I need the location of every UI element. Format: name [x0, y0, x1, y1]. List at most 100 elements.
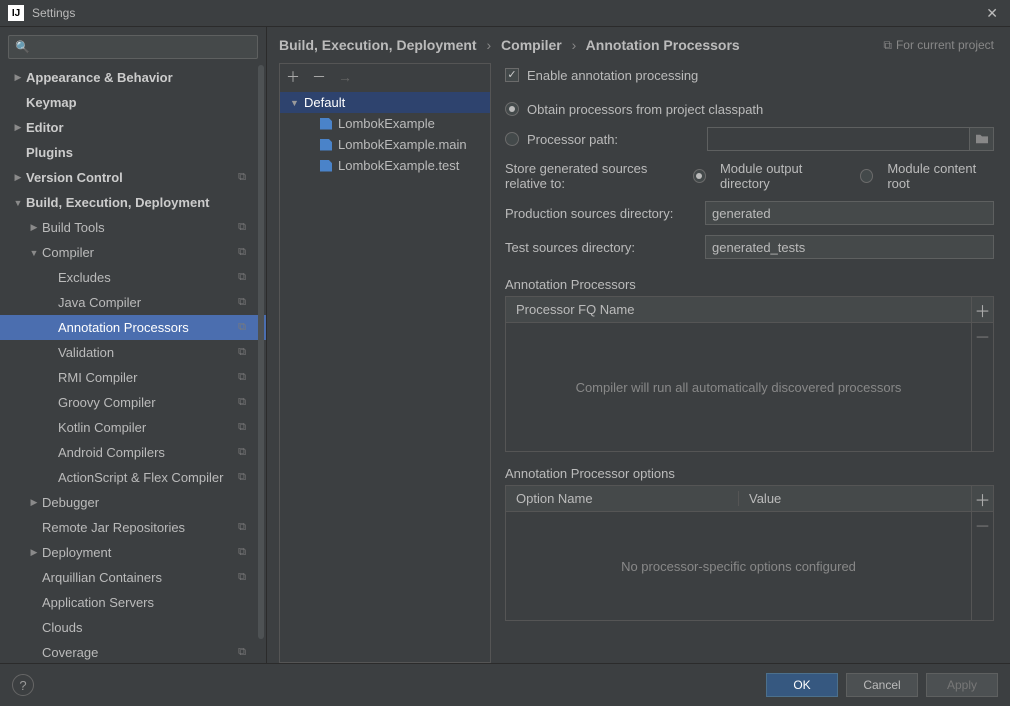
sidebar-item[interactable]: ▶Deployment⧉	[0, 540, 266, 565]
chevron-right-icon: ›	[572, 37, 577, 53]
sidebar-item-label: Keymap	[26, 95, 266, 110]
chevron-right-icon: ▶	[28, 222, 40, 233]
sidebar-item-label: Deployment	[42, 545, 266, 560]
sidebar-item[interactable]: RMI Compiler⧉	[0, 365, 266, 390]
remove-processor-button: －	[972, 323, 993, 349]
close-icon[interactable]: ✕	[982, 5, 1002, 22]
search-input[interactable]	[34, 40, 251, 54]
opts-section-label: Annotation Processor options	[505, 466, 994, 481]
obtain-classpath-radio[interactable]	[505, 102, 519, 116]
cancel-button[interactable]: Cancel	[846, 673, 918, 697]
profile-module[interactable]: LombokExample.test	[280, 155, 490, 176]
profile-module[interactable]: LombokExample	[280, 113, 490, 134]
sidebar-item[interactable]: Clouds	[0, 615, 266, 640]
sidebar-item-label: Kotlin Compiler	[58, 420, 266, 435]
copy-icon: ⧉	[238, 471, 246, 484]
module-output-label: Module output directory	[720, 161, 846, 191]
remove-option-button: －	[972, 512, 993, 538]
options-header-name: Option Name	[506, 491, 739, 506]
profile-toolbar: ＋ － →	[280, 64, 490, 90]
sidebar-item-label: Groovy Compiler	[58, 395, 266, 410]
sidebar-item[interactable]: ActionScript & Flex Compiler⧉	[0, 465, 266, 490]
test-dir-input[interactable]	[705, 235, 994, 259]
sidebar-item[interactable]: Keymap	[0, 90, 266, 115]
sidebar-item[interactable]: Excludes⧉	[0, 265, 266, 290]
profile-panel: ＋ － → ▼ Default LombokExample Lom	[279, 63, 491, 663]
copy-icon: ⧉	[238, 421, 246, 434]
module-content-radio[interactable]	[860, 169, 873, 183]
breadcrumb: Build, Execution, Deployment › Compiler …	[279, 37, 883, 53]
help-button[interactable]: ?	[12, 674, 34, 696]
sidebar-item[interactable]: Plugins	[0, 140, 266, 165]
copy-icon: ⧉	[238, 521, 246, 534]
sidebar-item[interactable]: ▼Compiler⧉	[0, 240, 266, 265]
profile-default[interactable]: ▼ Default	[280, 92, 490, 113]
sidebar-item-label: Coverage	[42, 645, 266, 660]
move-to-profile-button: →	[336, 69, 354, 85]
scrollbar[interactable]	[258, 65, 264, 639]
options-table: Option Name Value ＋ No processor-specifi…	[505, 485, 994, 621]
prod-dir-label: Production sources directory:	[505, 206, 705, 221]
options-empty-text: No processor-specific options configured	[506, 512, 971, 620]
obtain-classpath-label: Obtain processors from project classpath	[527, 102, 763, 117]
processors-empty-text: Compiler will run all automatically disc…	[506, 323, 971, 451]
module-output-radio[interactable]	[693, 169, 706, 183]
chevron-right-icon: ▶	[12, 72, 24, 83]
sidebar-item-label: Excludes	[58, 270, 266, 285]
add-processor-button[interactable]: ＋	[972, 297, 993, 323]
sidebar-item[interactable]: Annotation Processors⧉	[0, 315, 266, 340]
sidebar-item[interactable]: ▼Build, Execution, Deployment	[0, 190, 266, 215]
sidebar-item-label: Arquillian Containers	[42, 570, 266, 585]
options-header-value: Value	[739, 491, 971, 506]
sidebar-item[interactable]: Coverage⧉	[0, 640, 266, 663]
sidebar-item-label: Editor	[26, 120, 266, 135]
copy-icon: ⧉	[238, 271, 246, 284]
add-option-button[interactable]: ＋	[972, 486, 993, 512]
sidebar-item-label: Java Compiler	[58, 295, 266, 310]
sidebar-item-label: Annotation Processors	[58, 320, 266, 335]
ok-button[interactable]: OK	[766, 673, 838, 697]
sidebar-item[interactable]: Java Compiler⧉	[0, 290, 266, 315]
prod-dir-input[interactable]	[705, 201, 994, 225]
chevron-right-icon: ▶	[12, 122, 24, 133]
search-box[interactable]: 🔍	[8, 35, 258, 59]
apply-button[interactable]: Apply	[926, 673, 998, 697]
folder-icon	[975, 133, 989, 145]
sidebar-item[interactable]: Android Compilers⧉	[0, 440, 266, 465]
module-icon	[320, 139, 332, 151]
sidebar-item[interactable]: ▶Editor	[0, 115, 266, 140]
enable-annotation-checkbox[interactable]	[505, 68, 519, 82]
sidebar-item[interactable]: Application Servers	[0, 590, 266, 615]
chevron-right-icon: ▶	[28, 547, 40, 558]
sidebar-item-label: Compiler	[42, 245, 266, 260]
store-label: Store generated sources relative to:	[505, 161, 693, 191]
browse-folder-button[interactable]	[970, 127, 994, 151]
profile-module[interactable]: LombokExample.main	[280, 134, 490, 155]
sidebar-item[interactable]: Kotlin Compiler⧉	[0, 415, 266, 440]
sidebar-item[interactable]: Remote Jar Repositories⧉	[0, 515, 266, 540]
copy-icon: ⧉	[238, 371, 246, 384]
dialog-footer: ? OK Cancel Apply	[0, 663, 1010, 706]
copy-icon: ⧉	[238, 396, 246, 409]
add-profile-button[interactable]: ＋	[284, 67, 302, 87]
sidebar-item[interactable]: Validation⧉	[0, 340, 266, 365]
app-logo-icon: IJ	[8, 5, 24, 21]
copy-icon: ⧉	[238, 446, 246, 459]
sidebar-item[interactable]: ▶Build Tools⧉	[0, 215, 266, 240]
sidebar-item[interactable]: ▶Debugger	[0, 490, 266, 515]
sidebar-item[interactable]: Groovy Compiler⧉	[0, 390, 266, 415]
sidebar-item[interactable]: ▶Appearance & Behavior	[0, 65, 266, 90]
processor-path-radio[interactable]	[505, 132, 519, 146]
sidebar-item-label: Appearance & Behavior	[26, 70, 266, 85]
breadcrumb-part[interactable]: Build, Execution, Deployment	[279, 37, 477, 53]
search-icon: 🔍	[15, 40, 30, 54]
copy-icon: ⧉	[238, 546, 246, 559]
settings-tree: ▶Appearance & BehaviorKeymap▶EditorPlugi…	[0, 65, 266, 663]
processor-path-label: Processor path:	[527, 132, 707, 147]
sidebar-item-label: Build, Execution, Deployment	[26, 195, 266, 210]
breadcrumb-part[interactable]: Compiler	[501, 37, 562, 53]
sidebar-item[interactable]: ▶Version Control⧉	[0, 165, 266, 190]
sidebar-item[interactable]: Arquillian Containers⧉	[0, 565, 266, 590]
chevron-down-icon: ▼	[12, 198, 24, 208]
remove-profile-button[interactable]: －	[310, 67, 328, 87]
